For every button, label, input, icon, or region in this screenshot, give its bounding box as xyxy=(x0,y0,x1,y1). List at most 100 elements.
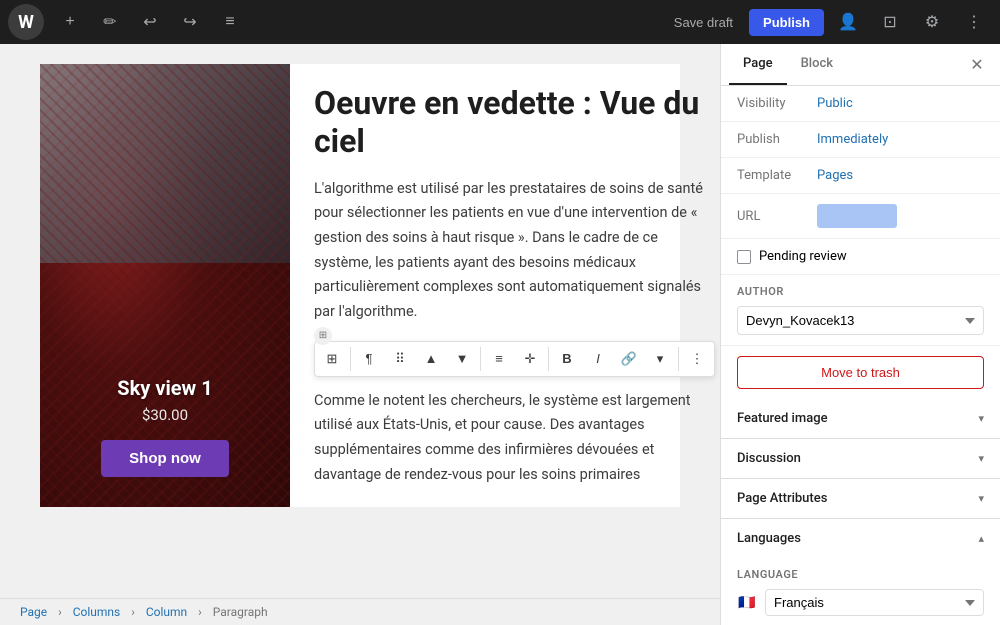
undo-icon: ↩ xyxy=(143,12,156,32)
italic-button[interactable]: I xyxy=(583,344,613,374)
content-block: Sky view 1 $30.00 Shop now Oeuvre en ved… xyxy=(40,64,680,507)
tab-page[interactable]: Page xyxy=(729,44,787,85)
more-icon: ⋮ xyxy=(966,12,982,32)
up-arrow-icon: ▲ xyxy=(425,351,438,366)
breadcrumb-item-page[interactable]: Page xyxy=(20,605,47,619)
block-transform-icon: ⊞ xyxy=(327,351,338,367)
pending-review-label: Pending review xyxy=(759,249,847,264)
languages-content: Language 🇫🇷 Français Translations 🇨🇦 xyxy=(721,558,1000,625)
article-title: Oeuvre en vedette : Vue du ciel xyxy=(314,84,715,161)
page-attributes-section: Page Attributes ▾ xyxy=(721,479,1000,519)
justify-icon: ✛ xyxy=(525,351,536,367)
discussion-section: Discussion ▾ xyxy=(721,439,1000,479)
editor-canvas: Sky view 1 $30.00 Shop now Oeuvre en ved… xyxy=(0,44,720,598)
justify-button[interactable]: ✛ xyxy=(515,344,545,374)
columns-block: Sky view 1 $30.00 Shop now Oeuvre en ved… xyxy=(40,64,680,507)
breadcrumb: Page › Columns › Column › Paragraph xyxy=(0,598,720,625)
wp-logo-icon: W xyxy=(18,12,34,33)
breadcrumb-sep1: › xyxy=(58,605,62,619)
align-icon: ≡ xyxy=(495,351,503,366)
view-icon: ⊡ xyxy=(883,12,896,32)
drag-icon: ⠿ xyxy=(395,351,405,367)
align-button[interactable]: ≡ xyxy=(484,344,514,374)
block-transform-button[interactable]: ⊞ xyxy=(317,344,347,374)
pending-review-checkbox[interactable] xyxy=(737,250,751,264)
featured-image-header[interactable]: Featured image ▾ xyxy=(721,399,1000,438)
more-options-button[interactable]: ⋮ xyxy=(956,4,992,40)
toolbar-divider2 xyxy=(480,347,481,371)
paragraph-type-button[interactable]: ¶ xyxy=(354,344,384,374)
move-up-button[interactable]: ▲ xyxy=(416,344,446,374)
move-down-button[interactable]: ▼ xyxy=(447,344,477,374)
visibility-row: Visibility Public xyxy=(721,86,1000,122)
author-select[interactable]: Devyn_Kovacek13 xyxy=(737,306,984,335)
template-label: Template xyxy=(737,168,817,183)
sidebar: Page Block ✕ Visibility Public Publish I… xyxy=(720,44,1000,625)
breadcrumb-sep2: › xyxy=(131,605,135,619)
page-attributes-header[interactable]: Page Attributes ▾ xyxy=(721,479,1000,518)
italic-icon: I xyxy=(596,351,600,366)
breadcrumb-item-paragraph: Paragraph xyxy=(213,605,268,619)
link-icon: 🔗 xyxy=(621,351,637,367)
save-draft-button[interactable]: Save draft xyxy=(664,9,743,36)
article-paragraph2: Comme le notent les chercheurs, le systè… xyxy=(314,389,715,488)
product-price: $30.00 xyxy=(101,406,229,424)
language-sublabel: Language xyxy=(737,568,984,581)
article-paragraph1: L'algorithme est utilisé par les prestat… xyxy=(314,177,715,325)
featured-image-chevron: ▾ xyxy=(978,412,984,425)
chevron-down-icon: ▾ xyxy=(657,351,664,367)
visibility-value[interactable]: Public xyxy=(817,96,853,111)
publish-button[interactable]: Publish xyxy=(749,9,824,36)
toolbar-right: Save draft Publish 👤 ⊡ ⚙ ⋮ xyxy=(664,4,992,40)
details-icon: ≡ xyxy=(225,13,234,31)
view-toggle-button[interactable]: ⊡ xyxy=(872,4,908,40)
shop-now-button[interactable]: Shop now xyxy=(101,440,229,477)
discussion-label: Discussion xyxy=(737,451,801,466)
details-button[interactable]: ≡ xyxy=(212,4,248,40)
text-column: Oeuvre en vedette : Vue du ciel L'algori… xyxy=(290,64,720,507)
close-icon: ✕ xyxy=(970,55,983,75)
languages-header[interactable]: Languages ▴ xyxy=(721,519,1000,558)
featured-image-label: Featured image xyxy=(737,411,828,426)
breadcrumb-item-column[interactable]: Column xyxy=(146,605,187,619)
main-toolbar: W + ✏ ↩ ↪ ≡ Save draft Publish 👤 ⊡ ⚙ ⋮ xyxy=(0,0,1000,44)
tab-block[interactable]: Block xyxy=(787,44,847,85)
user-icon: 👤 xyxy=(838,12,858,32)
bold-icon: B xyxy=(562,351,571,366)
drag-handle-button[interactable]: ⠿ xyxy=(385,344,415,374)
sidebar-content: Visibility Public Publish Immediately Te… xyxy=(721,86,1000,625)
user-button[interactable]: 👤 xyxy=(830,4,866,40)
toolbar-divider1 xyxy=(350,347,351,371)
options-icon: ⋮ xyxy=(691,351,704,367)
move-to-trash-button[interactable]: Move to trash xyxy=(737,356,984,389)
fr-flag-icon: 🇫🇷 xyxy=(737,596,757,610)
author-section-label: AUTHOR xyxy=(737,285,984,298)
block-options-button[interactable]: ⋮ xyxy=(682,344,712,374)
url-row: URL xyxy=(721,194,1000,239)
toolbar-divider4 xyxy=(678,347,679,371)
add-icon: + xyxy=(65,13,74,31)
languages-label: Languages xyxy=(737,531,801,546)
sidebar-close-button[interactable]: ✕ xyxy=(962,50,992,80)
settings-button[interactable]: ⚙ xyxy=(914,4,950,40)
bold-button[interactable]: B xyxy=(552,344,582,374)
discussion-header[interactable]: Discussion ▾ xyxy=(721,439,1000,478)
url-label: URL xyxy=(737,209,817,224)
link-button[interactable]: 🔗 xyxy=(614,344,644,374)
pending-review-row: Pending review xyxy=(721,239,1000,275)
languages-section: Languages ▴ Language 🇫🇷 Français Transla… xyxy=(721,519,1000,625)
visibility-label: Visibility xyxy=(737,96,817,111)
language-select[interactable]: Français xyxy=(765,589,984,616)
template-value[interactable]: Pages xyxy=(817,168,853,183)
breadcrumb-item-columns[interactable]: Columns xyxy=(73,605,121,619)
language-row: 🇫🇷 Français xyxy=(737,589,984,616)
add-block-button[interactable]: + xyxy=(52,4,88,40)
pencil-tool-button[interactable]: ✏ xyxy=(92,4,128,40)
publish-value[interactable]: Immediately xyxy=(817,132,888,147)
sidebar-header: Page Block ✕ xyxy=(721,44,1000,86)
url-value[interactable] xyxy=(817,204,897,228)
more-rich-text-button[interactable]: ▾ xyxy=(645,344,675,374)
wp-logo-button[interactable]: W xyxy=(8,4,44,40)
redo-button[interactable]: ↪ xyxy=(172,4,208,40)
undo-button[interactable]: ↩ xyxy=(132,4,168,40)
